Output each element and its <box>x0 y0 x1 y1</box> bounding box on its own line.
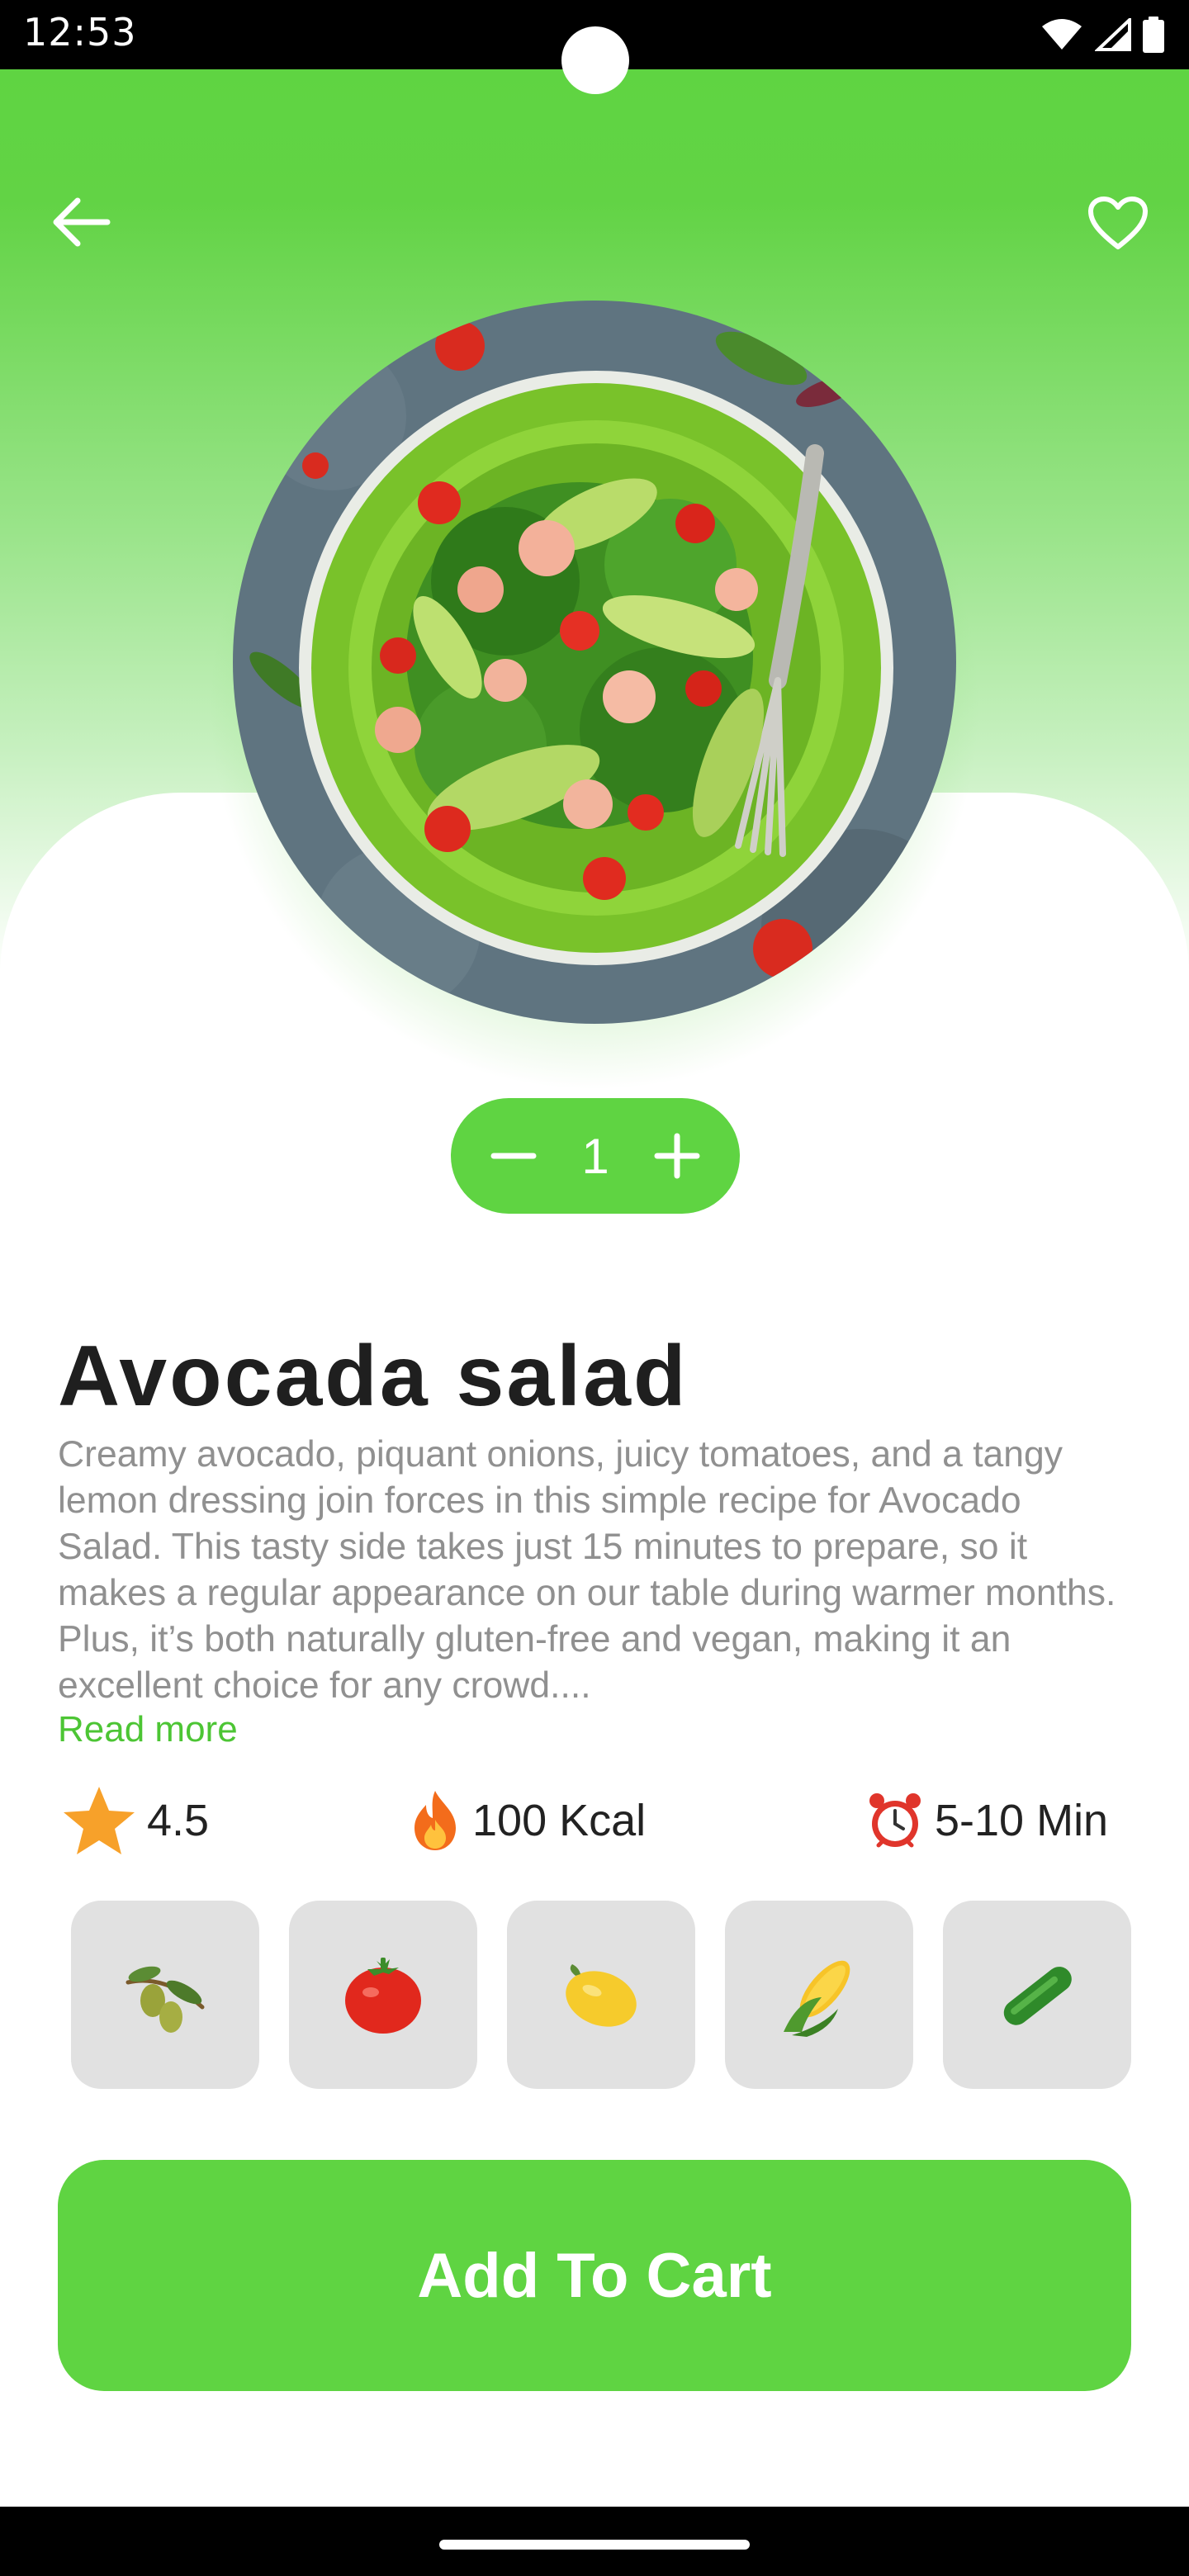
fire-icon <box>414 1791 456 1850</box>
rating-stat: 4.5 <box>61 1783 209 1858</box>
tomato-icon <box>345 1958 421 2034</box>
signal-icon <box>1095 18 1131 51</box>
plus-icon <box>654 1133 700 1179</box>
ingredient-lemon[interactable] <box>507 1901 695 2089</box>
status-time: 12:53 <box>23 10 137 54</box>
read-more-link[interactable]: Read more <box>58 1709 238 1750</box>
favorite-button[interactable] <box>1077 182 1159 264</box>
quantity-stepper: 1 <box>451 1098 740 1214</box>
decrement-button[interactable] <box>481 1123 547 1189</box>
star-icon <box>64 1787 135 1854</box>
dish-description: Creamy avocado, piquant onions, juicy to… <box>58 1434 1116 1706</box>
ingredients-list <box>71 1901 1131 2089</box>
calories-value: 100 Kcal <box>472 1796 647 1845</box>
battery-icon <box>1143 17 1164 53</box>
navigation-bar <box>0 2507 1189 2576</box>
back-button[interactable] <box>40 185 122 259</box>
ingredient-corn[interactable] <box>725 1901 913 2089</box>
olive-icon <box>126 1966 205 2033</box>
wifi-icon <box>1042 19 1082 50</box>
status-icons <box>1040 17 1164 53</box>
heart-outline-icon <box>1088 197 1148 249</box>
hero-header <box>0 69 1189 2576</box>
prep-time-value: 5-10 Min <box>935 1796 1109 1845</box>
ingredient-tomato[interactable] <box>289 1901 477 2089</box>
ingredient-olive[interactable] <box>71 1901 259 2089</box>
ingredient-cucumber[interactable] <box>943 1901 1131 2089</box>
home-indicator[interactable] <box>439 2540 750 2550</box>
camera-cutout <box>561 26 629 94</box>
dish-image <box>233 301 956 1024</box>
corn-icon <box>784 1960 850 2037</box>
increment-button[interactable] <box>644 1123 710 1189</box>
alarm-clock-icon <box>869 1793 921 1848</box>
quantity-value: 1 <box>581 1128 609 1184</box>
add-to-cart-button[interactable]: Add To Cart <box>58 2160 1131 2391</box>
lemon-icon <box>566 1964 637 2027</box>
dish-title: Avocada salad <box>58 1328 689 1424</box>
rating-value: 4.5 <box>147 1796 210 1845</box>
minus-icon <box>490 1153 537 1159</box>
calories-stat: 100 Kcal <box>408 1783 646 1858</box>
cucumber-icon <box>1003 1967 1072 2025</box>
arrow-left-icon <box>53 197 111 247</box>
prep-time-stat: 5-10 Min <box>865 1783 1108 1858</box>
